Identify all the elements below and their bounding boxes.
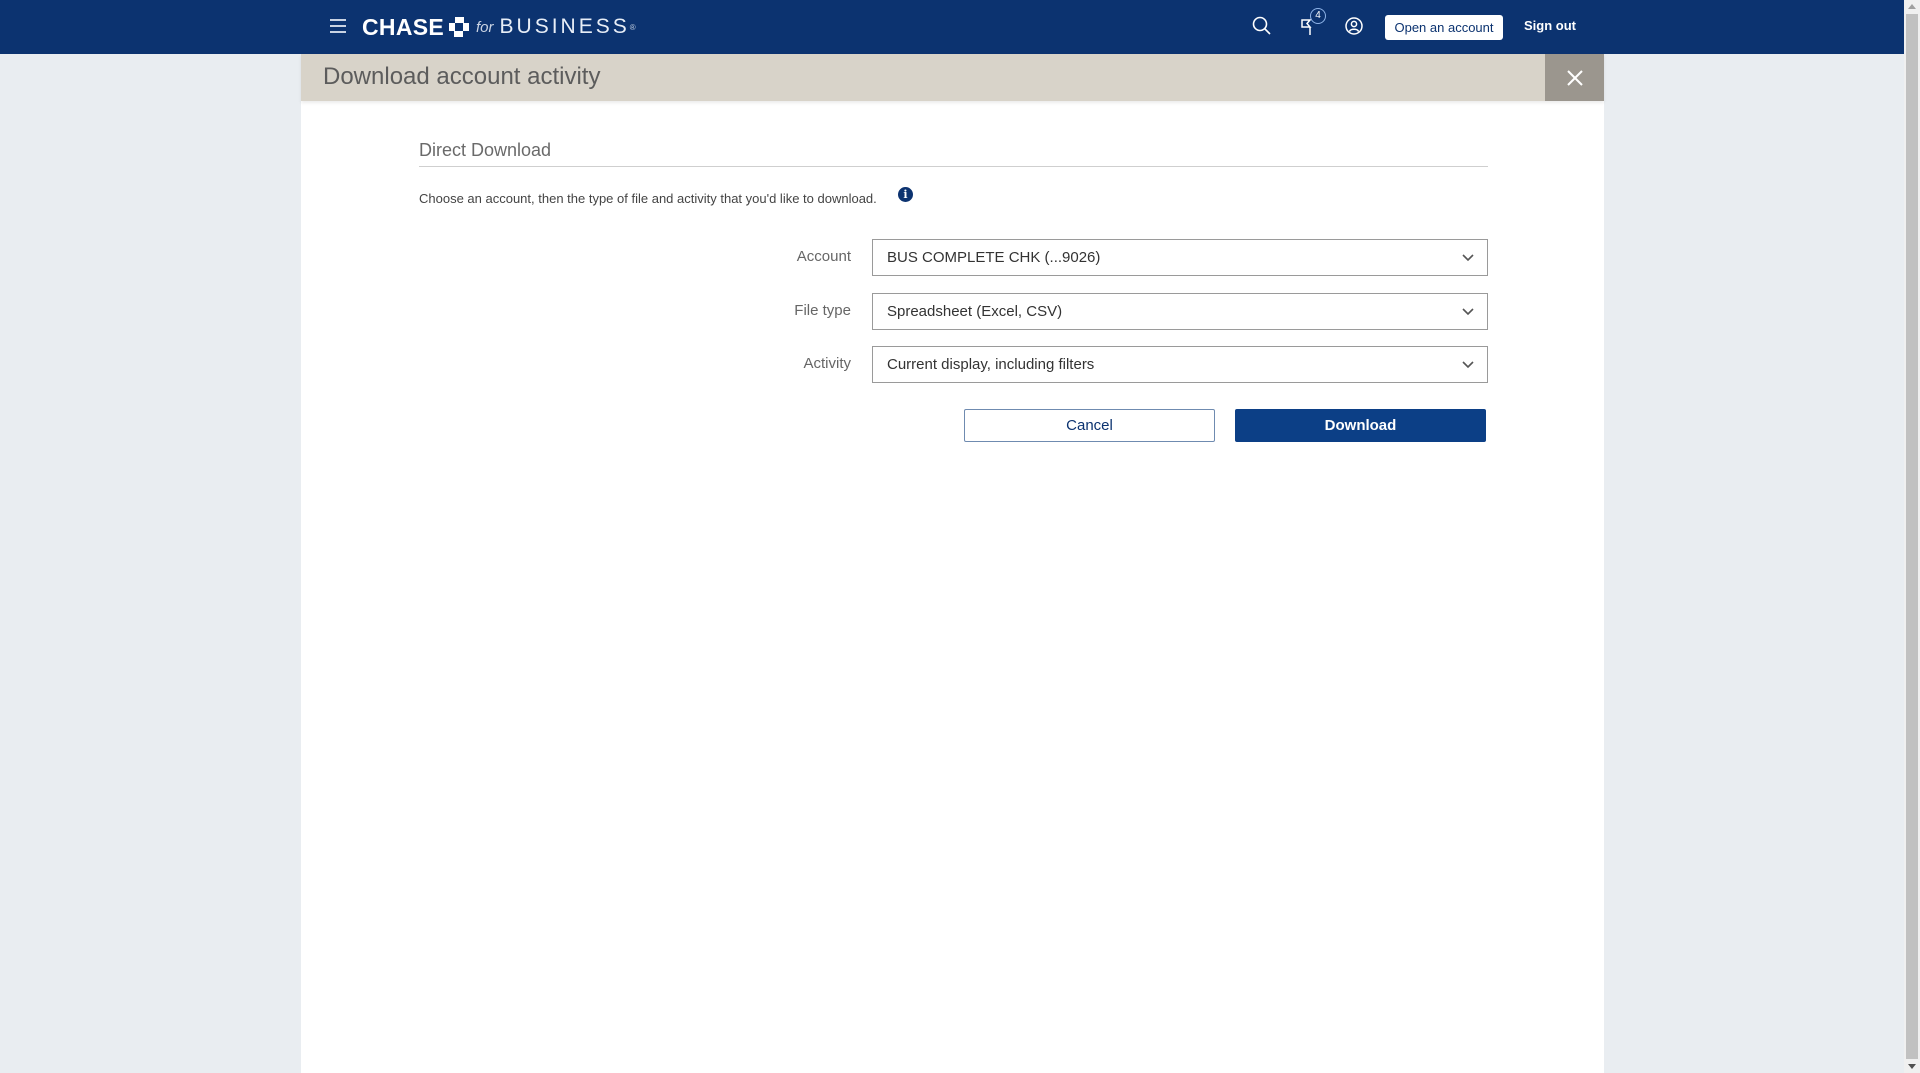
info-icon[interactable]: i (898, 187, 913, 202)
top-navigation-bar: CHASE for BUSINESS ® 4 Open an account S… (0, 0, 1904, 54)
vertical-scrollbar[interactable] (1904, 0, 1920, 1073)
activity-select[interactable]: Current display, including filters (872, 346, 1488, 383)
file-type-select-value: Spreadsheet (Excel, CSV) (887, 303, 1063, 320)
logo-for-text: for (476, 18, 494, 36)
logo-chase-text: CHASE (362, 13, 445, 40)
file-type-label: File type (794, 302, 851, 319)
open-account-button[interactable]: Open an account (1385, 15, 1503, 40)
account-select-value: BUS COMPLETE CHK (...9026) (887, 249, 1101, 266)
logo-registered-mark: ® (629, 22, 636, 32)
profile-icon[interactable] (1342, 14, 1366, 38)
download-activity-panel: Download account activity Direct Downloa… (301, 54, 1604, 1073)
cancel-button[interactable]: Cancel (964, 409, 1215, 442)
account-label: Account (796, 248, 851, 265)
scrollbar-thumb[interactable] (1906, 14, 1918, 1059)
notifications-count-badge: 4 (1310, 8, 1326, 24)
chevron-down-icon (1462, 308, 1474, 316)
close-icon (1566, 69, 1583, 86)
section-title: Direct Download (419, 140, 552, 160)
search-icon[interactable] (1250, 14, 1274, 38)
page-title: Download account activity (323, 63, 601, 90)
activity-label: Activity (803, 355, 851, 372)
sign-out-link[interactable]: Sign out (1524, 18, 1576, 33)
activity-select-value: Current display, including filters (887, 356, 1095, 373)
logo-business-text: BUSINESS (499, 15, 630, 38)
panel-header: Download account activity (301, 54, 1604, 101)
chevron-down-icon (1462, 254, 1474, 262)
close-button[interactable] (1545, 54, 1604, 101)
scroll-down-arrow-icon[interactable] (1908, 1064, 1916, 1069)
file-type-select[interactable]: Spreadsheet (Excel, CSV) (872, 293, 1488, 330)
chevron-down-icon (1462, 361, 1474, 369)
intro-text: Choose an account, then the type of file… (419, 191, 877, 206)
section-divider (419, 166, 1488, 167)
hamburger-menu-icon[interactable] (330, 19, 346, 33)
chase-for-business-logo[interactable]: CHASE for BUSINESS ® (362, 12, 636, 42)
scroll-up-arrow-icon[interactable] (1908, 4, 1916, 9)
download-button[interactable]: Download (1235, 409, 1486, 442)
chase-octagon-icon (449, 17, 470, 37)
account-select[interactable]: BUS COMPLETE CHK (...9026) (872, 239, 1488, 276)
